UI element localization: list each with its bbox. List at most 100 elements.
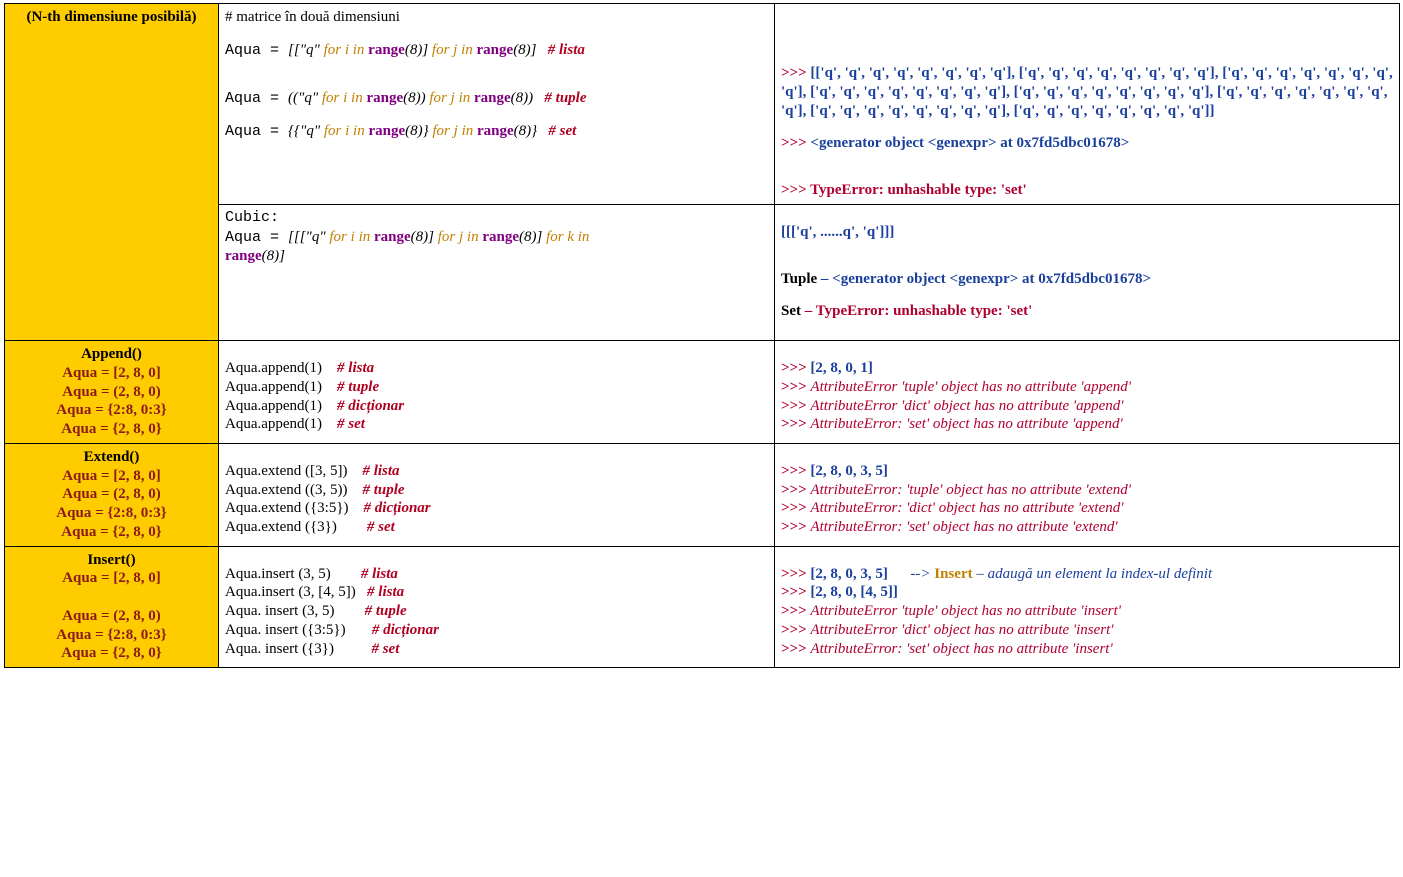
- code-comment: # set: [371, 641, 399, 657]
- code-text: (8): [411, 229, 429, 245]
- output-error: AttributeError 'dict' object has no attr…: [810, 398, 1123, 414]
- output-error: AttributeError 'tuple' object has no att…: [810, 603, 1121, 619]
- prompt: >>>: [781, 135, 810, 151]
- code-text: ((: [288, 90, 298, 106]
- code-text: for i in: [320, 42, 368, 58]
- prompt: >>>: [781, 360, 810, 376]
- insert-title: Insert(): [11, 551, 212, 570]
- code-text: {{: [288, 123, 300, 139]
- out-line: >>> AttributeError: 'dict' object has no…: [781, 499, 1393, 518]
- insert-def: Aqua = {2, 8, 0}: [11, 644, 212, 663]
- insert-def: [11, 588, 212, 607]
- output-value: [2, 8, 0, 3, 5]: [810, 463, 888, 479]
- page: (N-th dimensiune posibilă) # matrice în …: [4, 3, 1399, 668]
- ndim-out-gen: >>> <generator object <genexpr> at 0x7fd…: [781, 134, 1393, 153]
- output-value: [['q', 'q', 'q', 'q', 'q', 'q', 'q', 'q'…: [781, 65, 1393, 119]
- code-comment: # tuple: [544, 90, 586, 106]
- ndim-set-line: Aqua = {{"q" for i in range(8)} for j in…: [225, 122, 768, 142]
- code-text: Aqua. insert (3, 5): [225, 603, 335, 619]
- code-line: Aqua.insert (3, [4, 5]) # lista: [225, 583, 768, 602]
- extend-def: Aqua = {2:8, 0:3}: [11, 504, 212, 523]
- prompt: >>>: [781, 463, 810, 479]
- code-text: for j in: [428, 42, 476, 58]
- code-text: Aqua.extend ({3:5}): [225, 500, 349, 516]
- code-text: Aqua =: [225, 229, 288, 246]
- output-error: AttributeError: 'dict' object has no att…: [810, 500, 1123, 516]
- extend-def: Aqua = (2, 8, 0): [11, 485, 212, 504]
- code-line: Aqua.append(1) # tuple: [225, 378, 768, 397]
- code-line: Aqua.insert (3, 5) # lista: [225, 565, 768, 584]
- code-comment: # lista: [337, 360, 374, 376]
- code-comment: # dicționar: [337, 398, 404, 414]
- code-line: Aqua.extend ({3:5}) # dicționar: [225, 499, 768, 518]
- code-text: range: [366, 90, 403, 106]
- code-text: Aqua.extend ({3}): [225, 519, 337, 535]
- code-text: Aqua.append(1): [225, 398, 322, 414]
- ndim-lista-line: Aqua = [["q" for i in range(8)] for j in…: [225, 41, 768, 61]
- code-comment: # dicționar: [372, 622, 439, 638]
- note-arrow: -->: [910, 566, 934, 582]
- extend-code-cell: Aqua.extend ([3, 5]) # lista Aqua.extend…: [219, 443, 775, 546]
- prompt: >>>: [781, 566, 810, 582]
- out-line: >>> AttributeError 'dict' object has no …: [781, 621, 1393, 640]
- out-line: >>> AttributeError 'tuple' object has no…: [781, 602, 1393, 621]
- code-text: Aqua. insert ({3}): [225, 641, 334, 657]
- code-text: Aqua.insert (3, 5): [225, 566, 331, 582]
- code-text: Aqua =: [225, 90, 288, 107]
- prompt: >>>: [781, 182, 810, 198]
- code-text: range: [482, 229, 519, 245]
- code-text: Aqua.insert (3, [4, 5]): [225, 584, 356, 600]
- prompt: >>>: [781, 584, 810, 600]
- insert-code-cell: Aqua.insert (3, 5) # lista Aqua.insert (…: [219, 546, 775, 668]
- prompt: >>>: [781, 65, 810, 81]
- code-text: "q": [300, 123, 320, 139]
- out-line: >>> AttributeError: 'tuple' object has n…: [781, 481, 1393, 500]
- output-error: TypeError: unhashable type: 'set': [816, 303, 1033, 319]
- output-value: <generator object <genexpr> at 0x7fd5dbc…: [810, 135, 1129, 151]
- code-comment: # lista: [548, 42, 585, 58]
- code-line: Aqua.extend ({3}) # set: [225, 518, 768, 537]
- prompt: >>>: [781, 603, 810, 619]
- output-value: [2, 8, 0, [4, 5]]: [810, 584, 897, 600]
- sep: –: [973, 566, 988, 582]
- out-line: >>> [2, 8, 0, 1]: [781, 359, 1393, 378]
- code-text: for k in: [542, 229, 589, 245]
- code-text: range: [368, 123, 405, 139]
- insert-output-cell: >>> [2, 8, 0, 3, 5] --> Insert – adaugă …: [775, 546, 1400, 668]
- code-text: "q": [298, 90, 318, 106]
- append-def: Aqua = (2, 8, 0): [11, 383, 212, 402]
- code-text: (8): [405, 42, 423, 58]
- cubic-title: Cubic:: [225, 209, 768, 228]
- code-text: range: [374, 229, 411, 245]
- code-text: [[: [288, 42, 300, 58]
- out-line: >>> [2, 8, 0, 3, 5]: [781, 462, 1393, 481]
- extend-output-cell: >>> [2, 8, 0, 3, 5] >>> AttributeError: …: [775, 443, 1400, 546]
- code-text: "q": [300, 42, 320, 58]
- code-text: range: [225, 248, 262, 264]
- ndim-label: (N-th dimensiune posibilă): [26, 9, 196, 25]
- code-comment: # lista: [361, 566, 398, 582]
- code-comment: # set: [337, 416, 365, 432]
- code-text: range: [368, 42, 405, 58]
- prompt: >>>: [781, 641, 810, 657]
- output-error: AttributeError: 'set' object has no attr…: [810, 416, 1122, 432]
- code-comment: # lista: [362, 463, 399, 479]
- code-text: Aqua.append(1): [225, 379, 322, 395]
- cubic-output-cell: [[['q', ......q', 'q']]] Tuple – <genera…: [775, 204, 1400, 340]
- output-error: AttributeError 'tuple' object has no att…: [810, 379, 1131, 395]
- output-error: AttributeError 'dict' object has no attr…: [810, 622, 1113, 638]
- code-text: for j in: [429, 123, 477, 139]
- code-text: (8): [403, 90, 421, 106]
- insert-def: Aqua = (2, 8, 0): [11, 607, 212, 626]
- sep: –: [817, 271, 832, 287]
- code-line: Aqua.append(1) # dicționar: [225, 397, 768, 416]
- insert-def: Aqua = {2:8, 0:3}: [11, 626, 212, 645]
- out-line: >>> AttributeError: 'set' object has no …: [781, 518, 1393, 537]
- cubic-out-tuple: Tuple – <generator object <genexpr> at 0…: [781, 270, 1393, 289]
- code-comment: # set: [548, 123, 576, 139]
- code-comment: # dicționar: [364, 500, 431, 516]
- code-text: for i in: [326, 229, 374, 245]
- code-comment: # lista: [367, 584, 404, 600]
- code-line: Aqua.extend ((3, 5)) # tuple: [225, 481, 768, 500]
- out-line: >>> [2, 8, 0, [4, 5]]: [781, 583, 1393, 602]
